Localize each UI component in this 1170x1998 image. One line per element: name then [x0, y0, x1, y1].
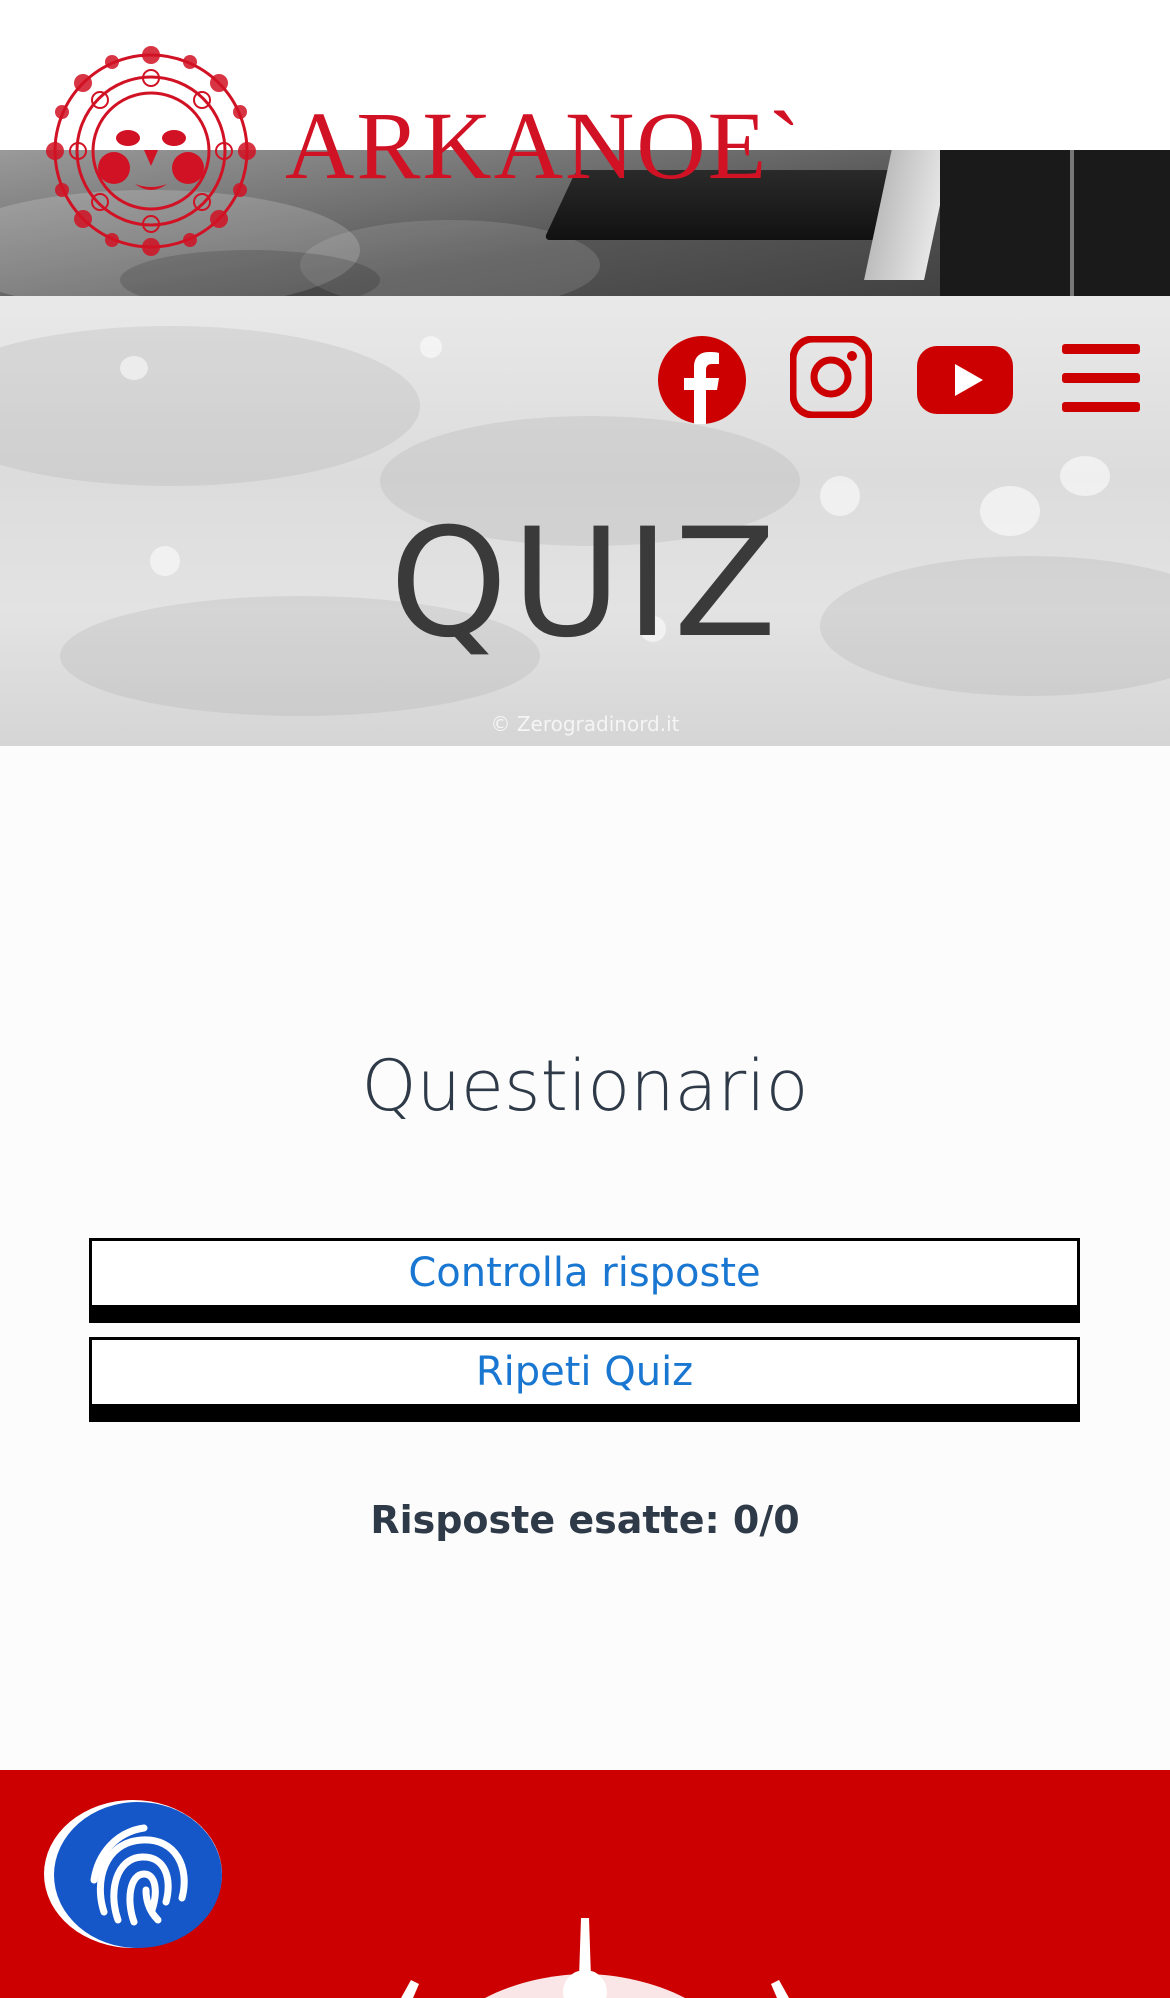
helm-wheel-icon: [395, 1918, 795, 1998]
footer: [0, 1770, 1170, 1998]
youtube-icon[interactable]: [917, 346, 1013, 414]
check-answers-button[interactable]: Controlla risposte: [89, 1238, 1080, 1323]
instagram-icon[interactable]: [790, 336, 872, 418]
repeat-quiz-button[interactable]: Ripeti Quiz: [89, 1337, 1080, 1422]
quiz-title: Questionario: [361, 1045, 809, 1127]
score-text: Risposte esatte: 0/0: [370, 1498, 800, 1542]
brand-name[interactable]: ARKANOE`: [285, 98, 802, 194]
page-title: QUIZ: [389, 497, 781, 671]
boat-shadow: [940, 150, 1170, 296]
photo-credit: © Zerogradinord.it: [490, 712, 680, 736]
logo-sun-face-icon[interactable]: [40, 40, 262, 262]
facebook-icon[interactable]: [658, 336, 746, 424]
accessibility-button[interactable]: [44, 1800, 222, 1948]
fingerprint-icon: [54, 1802, 222, 1948]
hamburger-menu-icon[interactable]: [1062, 342, 1140, 414]
hero-banner: QUIZ © Zerogradinord.it: [0, 296, 1170, 746]
quiz-section: Questionario Controlla risposte Ripeti Q…: [0, 746, 1170, 1770]
